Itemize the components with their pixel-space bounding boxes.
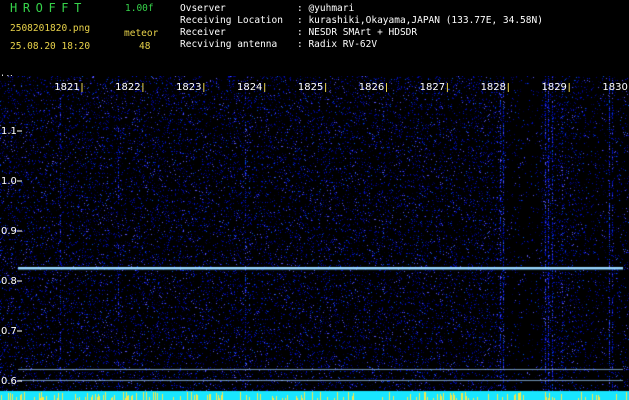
x-tick-label: 1828 [481, 82, 506, 93]
x-tick-label: 1824 [237, 82, 262, 93]
x-tick-label: 1825 [298, 82, 323, 93]
x-tick-label: 1827 [420, 82, 445, 93]
x-tick-label: 1823 [176, 82, 201, 93]
x-tick-label: 1830 [602, 82, 627, 93]
spectrogram-overlay: 1821 1822 1823 1824 1825 1826 1827 1828 1829 1830… [1, 82, 628, 387]
x-tick-label: 1822 [115, 82, 140, 93]
x-axis-ticks: 1821 1822 1823 1824 1825 1826 1827 1828 1829 1830 [54, 82, 628, 93]
y-tick-label: 0.7 [1, 326, 17, 337]
y-tick-label: 0.8 [1, 276, 17, 287]
y-tick-label: 1.1 [1, 126, 17, 137]
x-tick-label: 1821 [54, 82, 79, 93]
x-tick-label: 1829 [541, 82, 566, 93]
y-tick-label: 0.6 [1, 376, 17, 387]
y-tick-label: 1.0 [1, 176, 17, 187]
x-tick-label: 1826 [359, 82, 384, 93]
y-tick-label: 0.9 [1, 226, 17, 237]
y-axis-ticks: 1.1 1.0 0.9 0.8 0.7 0.6 [1, 126, 22, 387]
